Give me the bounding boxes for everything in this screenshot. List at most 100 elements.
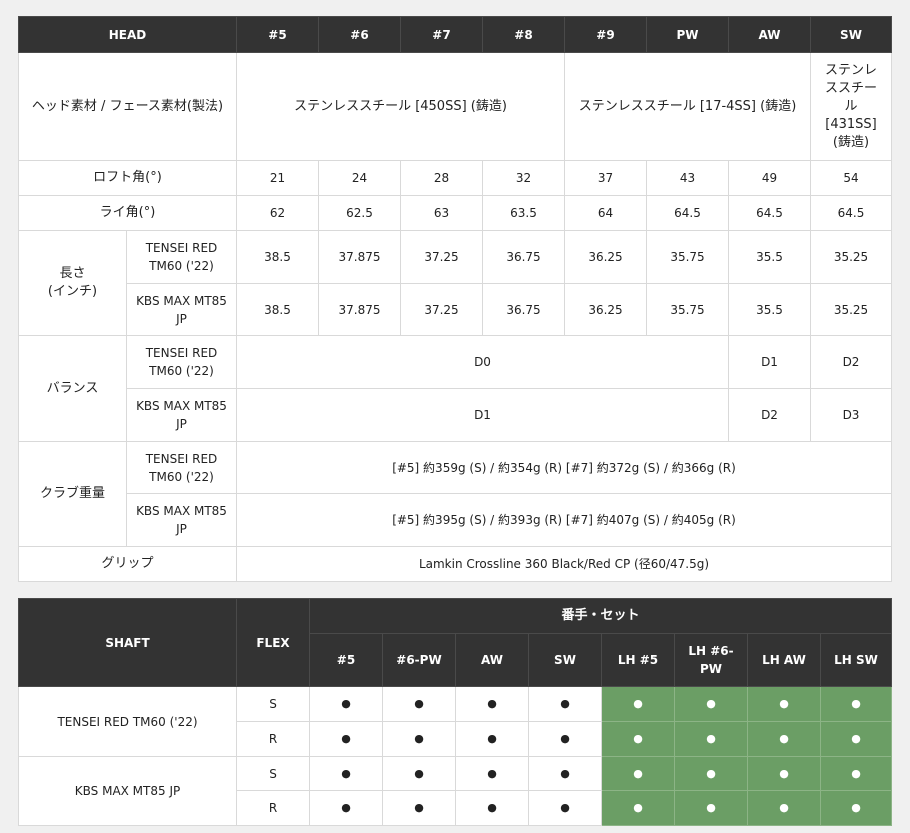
flex-value: R <box>236 790 310 826</box>
set-col-line: LH #6- <box>688 644 734 658</box>
loft-label: ロフト角(°) <box>18 160 237 196</box>
weight-value: [#5] 約359g (S) / 約354g (R) [#7] 約372g (S… <box>236 441 892 494</box>
shaft-name-line: JP <box>176 522 187 536</box>
shaft-name-line: KBS MAX MT85 <box>136 504 227 518</box>
weight-label: クラブ重量 <box>18 441 127 547</box>
shaft-name-kbs: KBS MAX MT85 JP <box>126 283 237 336</box>
length-label-line: (インチ) <box>47 284 98 299</box>
table-row: TENSEI RED TM60 ('22) S ● ● ● ● ● ● ● ● <box>18 686 893 757</box>
dot-mark-lh: ● <box>674 721 748 757</box>
balance-value: D1 <box>728 335 811 389</box>
length-value: 35.25 <box>810 230 892 284</box>
dot-mark-lh: ● <box>601 721 675 757</box>
balance-value: D0 <box>236 335 729 389</box>
shaft-name-line: TM60 ('22) <box>149 469 214 484</box>
header-9: #9 <box>564 16 647 53</box>
lie-value: 64.5 <box>810 195 892 231</box>
lie-value: 64 <box>564 195 647 231</box>
loft-value: 37 <box>564 160 647 196</box>
shaft-name-line: KBS MAX MT85 <box>136 399 227 413</box>
flex-header: FLEX <box>236 598 310 687</box>
dot-mark: ● <box>528 721 602 757</box>
lie-value: 62 <box>236 195 319 231</box>
table-row: KBS MAX MT85 JP S ● ● ● ● ● ● ● ● <box>18 756 893 826</box>
header-pw: PW <box>646 16 729 53</box>
set-col: LH #6- PW <box>674 633 748 687</box>
shaft-name-kbs: KBS MAX MT85 JP <box>126 493 237 547</box>
lie-label: ライ角(°) <box>18 195 237 231</box>
balance-value: D2 <box>810 335 892 389</box>
balance-value: D2 <box>728 388 811 442</box>
dot-mark-lh: ● <box>747 686 821 722</box>
header-aw: AW <box>728 16 811 53</box>
header-6: #6 <box>318 16 401 53</box>
length-value: 37.875 <box>318 283 401 336</box>
weight-row-kbs: KBS MAX MT85 JP [#5] 約395g (S) / 約393g (… <box>19 493 892 547</box>
shaft-name-kbs: KBS MAX MT85 JP <box>126 388 237 442</box>
dot-mark: ● <box>382 686 456 722</box>
set-col: #6-PW <box>382 633 456 687</box>
material-sw-line: (鋳造) <box>832 134 870 150</box>
dot-mark: ● <box>382 721 456 757</box>
shaft-name-line: TM60 ('22) <box>149 259 214 273</box>
dot-mark: ● <box>455 756 529 791</box>
length-value: 37.25 <box>400 283 483 336</box>
set-header: 番手・セット <box>308 598 893 634</box>
lie-value: 63.5 <box>482 195 565 231</box>
set-col: SW <box>528 633 602 687</box>
dot-mark-lh: ● <box>674 686 748 722</box>
shaft-name-line: TM60 ('22) <box>149 364 214 378</box>
dot-mark-lh: ● <box>674 790 748 826</box>
length-value: 35.5 <box>728 230 811 284</box>
length-value: 37.875 <box>318 230 401 284</box>
balance-value: D1 <box>236 388 729 442</box>
dot-mark: ● <box>455 721 529 757</box>
dot-mark-lh: ● <box>819 721 893 757</box>
material-sw: ステンレ ススチー ル [431SS] (鋳造) <box>810 52 892 161</box>
header-7: #7 <box>400 16 483 53</box>
grip-value: Lamkin Crossline 360 Black/Red CP (径60/4… <box>236 546 892 582</box>
set-col-line: PW <box>699 662 723 676</box>
material-sw-line: ススチー <box>824 80 877 96</box>
shaft-name: KBS MAX MT85 JP <box>18 756 237 826</box>
dot-mark: ● <box>382 790 456 826</box>
balance-value: D3 <box>810 388 892 442</box>
length-value: 35.25 <box>810 283 892 336</box>
dot-mark: ● <box>528 756 602 791</box>
material-sw-line: [431SS] <box>825 116 877 132</box>
material-sw-line: ステンレ <box>824 62 877 78</box>
shaft-name-line: JP <box>176 311 187 326</box>
length-row-tensei: 長さ (インチ) TENSEI RED TM60 ('22) 38.5 37.8… <box>18 230 892 336</box>
spec-table: HEAD #5 #6 #7 #8 #9 PW AW SW ヘッド素材 / フェー… <box>18 16 892 582</box>
dot-mark-lh: ● <box>601 790 675 826</box>
material-group2: ステンレススチール [17-4SS] (鋳造) <box>564 52 811 161</box>
length-value: 36.25 <box>564 283 647 336</box>
length-value: 36.25 <box>564 230 647 284</box>
dot-mark-lh: ● <box>674 756 748 791</box>
loft-value: 32 <box>482 160 565 196</box>
dot-mark-lh: ● <box>601 756 675 791</box>
shaft-name-line: TENSEI RED <box>145 346 218 360</box>
loft-value: 49 <box>728 160 811 196</box>
shaft-header: SHAFT <box>18 598 237 687</box>
length-value: 35.5 <box>728 283 811 336</box>
lie-value: 64.5 <box>646 195 729 231</box>
shaft-name-tensei: TENSEI RED TM60 ('22) <box>126 230 237 284</box>
header-head: HEAD <box>18 16 237 53</box>
header-5: #5 <box>236 16 319 53</box>
lie-row: ライ角(°) 62 62.5 63 63.5 64 64.5 64.5 64.5 <box>18 195 892 231</box>
loft-value: 21 <box>236 160 319 196</box>
set-col: LH #5 <box>601 633 675 687</box>
dot-mark-lh: ● <box>747 790 821 826</box>
shaft-name-tensei: TENSEI RED TM60 ('22) <box>126 441 237 494</box>
weight-row-tensei: クラブ重量 TENSEI RED TM60 ('22) [#5] 約359g (… <box>18 441 892 547</box>
header-sw: SW <box>810 16 892 53</box>
length-row-kbs: KBS MAX MT85 JP 38.5 37.875 37.25 36.75 … <box>19 283 892 336</box>
grip-label: グリップ <box>18 546 237 582</box>
dot-mark-lh: ● <box>601 686 675 722</box>
dot-mark-lh: ● <box>819 686 893 722</box>
dot-mark-lh: ● <box>819 790 893 826</box>
length-value: 38.5 <box>236 230 319 284</box>
loft-value: 24 <box>318 160 401 196</box>
dot-mark: ● <box>309 790 383 826</box>
